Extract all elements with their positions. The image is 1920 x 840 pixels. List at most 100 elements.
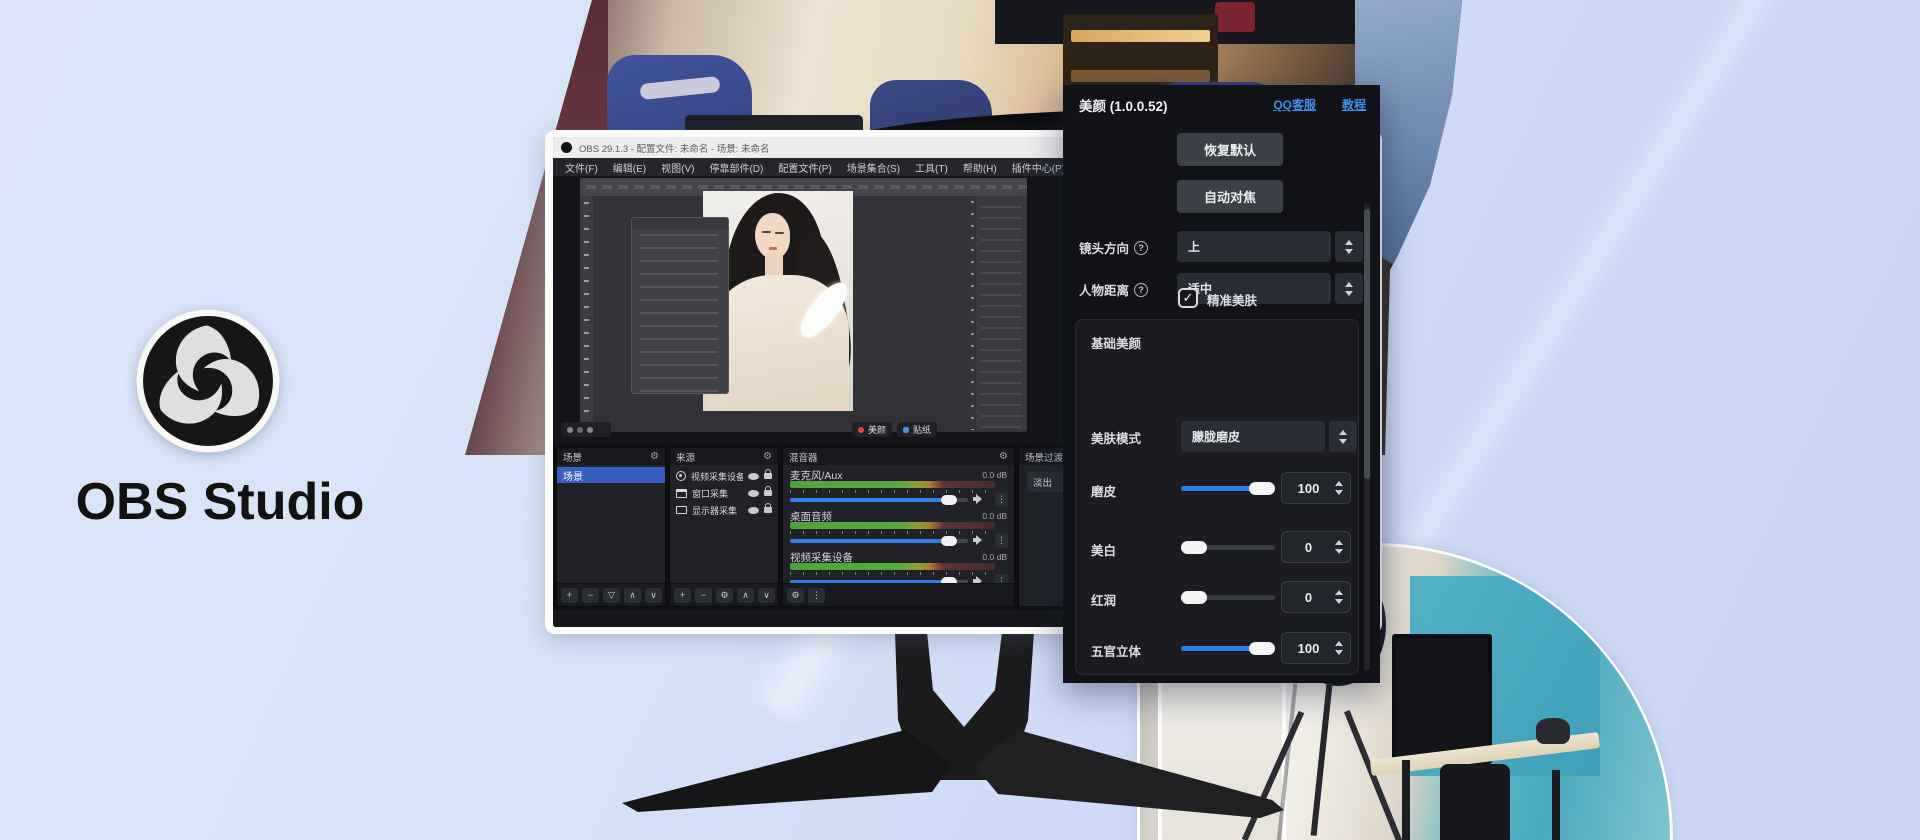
skin-mode-spinner[interactable] [1329, 421, 1357, 452]
studio-desk-legs [1402, 760, 1410, 840]
mixer-channel-menu-button[interactable]: ⋮ [995, 492, 1008, 507]
sticker-tab-icon [903, 427, 909, 433]
source-row[interactable]: 视频采集设备 [670, 468, 778, 484]
contour-value: 100 [1282, 641, 1335, 656]
autofocus-button[interactable]: 自动对焦 [1177, 180, 1283, 213]
whitening-value: 0 [1282, 540, 1335, 555]
rosy-value: 0 [1282, 590, 1335, 605]
studio-speaker [1536, 718, 1570, 744]
qq-support-link[interactable]: QQ客服 [1273, 96, 1316, 113]
remove-scene-button[interactable]: − [582, 588, 599, 603]
menu-view[interactable]: 视图(V) [661, 160, 694, 175]
obs-titlebar-logo-icon [561, 142, 572, 153]
mixer-more-button[interactable]: ⋮ [808, 588, 825, 603]
scene-filters-button[interactable]: ▽ [603, 588, 620, 603]
menu-file[interactable]: 文件(F) [565, 160, 598, 175]
tutorial-link[interactable]: 教程 [1342, 96, 1366, 113]
scene-down-button[interactable]: ∨ [645, 588, 662, 603]
scenes-dock-title: 场景 [563, 450, 582, 464]
meter-ticks [790, 531, 995, 534]
mini-dot-icon [567, 427, 573, 433]
sources-settings-icon[interactable]: ⚙ [763, 451, 772, 462]
menu-tools[interactable]: 工具(T) [915, 160, 948, 175]
source-properties-button[interactable]: ⚙ [716, 588, 733, 603]
source-row[interactable]: 窗口采集 [670, 485, 778, 501]
scenes-dock: 场景 ⚙ 场景 + − ▽ ∧ ∨ [556, 447, 666, 607]
sources-toolbar: + − ⚙ ∧ ∨ [670, 583, 778, 606]
visibility-icon[interactable] [748, 473, 759, 480]
contour-label: 五官立体 [1091, 641, 1141, 660]
whitening-label: 美白 [1091, 540, 1116, 559]
menu-plugin-center[interactable]: 插件中心(P) [1012, 160, 1065, 175]
smoothing-slider[interactable] [1181, 486, 1275, 491]
source-label: 视频采集设备 [691, 470, 743, 483]
scenes-settings-icon[interactable]: ⚙ [650, 451, 659, 462]
skin-mode-label: 美肤模式 [1091, 428, 1141, 447]
add-source-button[interactable]: + [674, 588, 691, 603]
visibility-icon[interactable] [748, 507, 759, 514]
camera-direction-spinner[interactable] [1335, 231, 1363, 262]
mixer-toolbar: ⚙ ⋮ [783, 583, 1014, 606]
restore-defaults-button[interactable]: 恢复默认 [1177, 133, 1283, 166]
rosy-slider[interactable] [1181, 595, 1275, 600]
lock-icon[interactable] [764, 473, 772, 479]
photoshop-floating-panel [631, 217, 729, 394]
lock-icon[interactable] [764, 490, 772, 496]
skin-mode-select[interactable]: 朦胧磨皮 [1181, 421, 1325, 452]
scene-list-item[interactable]: 场景 [557, 467, 665, 483]
beauty-scrollbar[interactable] [1364, 203, 1370, 671]
source-up-button[interactable]: ∧ [737, 588, 754, 603]
beauty-tab-icon [858, 427, 864, 433]
audio-meter [790, 563, 995, 570]
help-icon[interactable]: ? [1134, 283, 1148, 297]
source-down-button[interactable]: ∨ [758, 588, 775, 603]
volume-slider[interactable] [790, 498, 968, 502]
meter-ticks [790, 572, 995, 575]
speaker-icon[interactable] [973, 534, 985, 546]
menu-docks[interactable]: 停靠部件(D) [709, 160, 763, 175]
source-row[interactable]: 显示器采集 [670, 502, 778, 518]
rosy-value-spinner[interactable]: 0 [1281, 581, 1351, 613]
transitions-dock-title: 场景过渡 [1025, 450, 1063, 464]
lock-icon[interactable] [764, 507, 772, 513]
volume-slider[interactable] [790, 539, 968, 543]
beauty-tab-button[interactable]: 美颜 [852, 422, 892, 437]
obs-window-title: OBS 29.1.3 - 配置文件: 未命名 - 场景: 未命名 [579, 141, 770, 155]
studio-monitor [1392, 634, 1492, 764]
display-capture-icon [676, 506, 687, 514]
video-capture-icon [676, 471, 686, 481]
scenes-dock-header: 场景 ⚙ [557, 448, 665, 465]
visibility-icon[interactable] [748, 490, 759, 497]
help-icon[interactable]: ? [1134, 241, 1148, 255]
mixer-dock-header: 混音器 ⚙ [783, 448, 1014, 465]
remove-source-button[interactable]: − [695, 588, 712, 603]
add-scene-button[interactable]: + [561, 588, 578, 603]
mini-dot-icon [587, 427, 593, 433]
person-distance-spinner[interactable] [1335, 273, 1363, 304]
contour-slider[interactable] [1181, 646, 1275, 651]
smoothing-value-spinner[interactable]: 100 [1281, 472, 1351, 504]
mixer-dock: 混音器 ⚙ 麦克风/Aux 0.0 dB ⋮ 桌面音频 0.0 dB [782, 447, 1015, 607]
camera-direction-label: 镜头方向 ? [1079, 238, 1148, 257]
sticker-tab-button[interactable]: 贴纸 [897, 422, 937, 437]
contour-value-spinner[interactable]: 100 [1281, 632, 1351, 664]
menu-edit[interactable]: 编辑(E) [613, 160, 646, 175]
mixer-config-button[interactable]: ⚙ [787, 588, 804, 603]
photoshop-toolbar [580, 196, 593, 432]
mixer-settings-icon[interactable]: ⚙ [999, 451, 1008, 462]
rosy-label: 红润 [1091, 590, 1116, 609]
mixer-channel-menu-button[interactable]: ⋮ [995, 533, 1008, 548]
portrait-lips [769, 247, 777, 250]
speaker-icon[interactable] [973, 493, 985, 505]
promo-canvas: OBS Studio OBS 29.1.3 - 配置文件: 未命名 - 场景: … [0, 0, 1920, 840]
menu-help[interactable]: 帮助(H) [963, 160, 997, 175]
menu-profile[interactable]: 配置文件(P) [778, 160, 831, 175]
whitening-slider[interactable] [1181, 545, 1275, 550]
scene-up-button[interactable]: ∧ [624, 588, 641, 603]
precise-skin-checkbox[interactable]: ✓ [1178, 288, 1198, 308]
meter-ticks [790, 490, 995, 493]
preview-mini-toolbar[interactable] [561, 422, 611, 437]
menu-scene-collection[interactable]: 场景集合(S) [847, 160, 900, 175]
camera-direction-select[interactable]: 上 [1177, 231, 1331, 262]
whitening-value-spinner[interactable]: 0 [1281, 531, 1351, 563]
